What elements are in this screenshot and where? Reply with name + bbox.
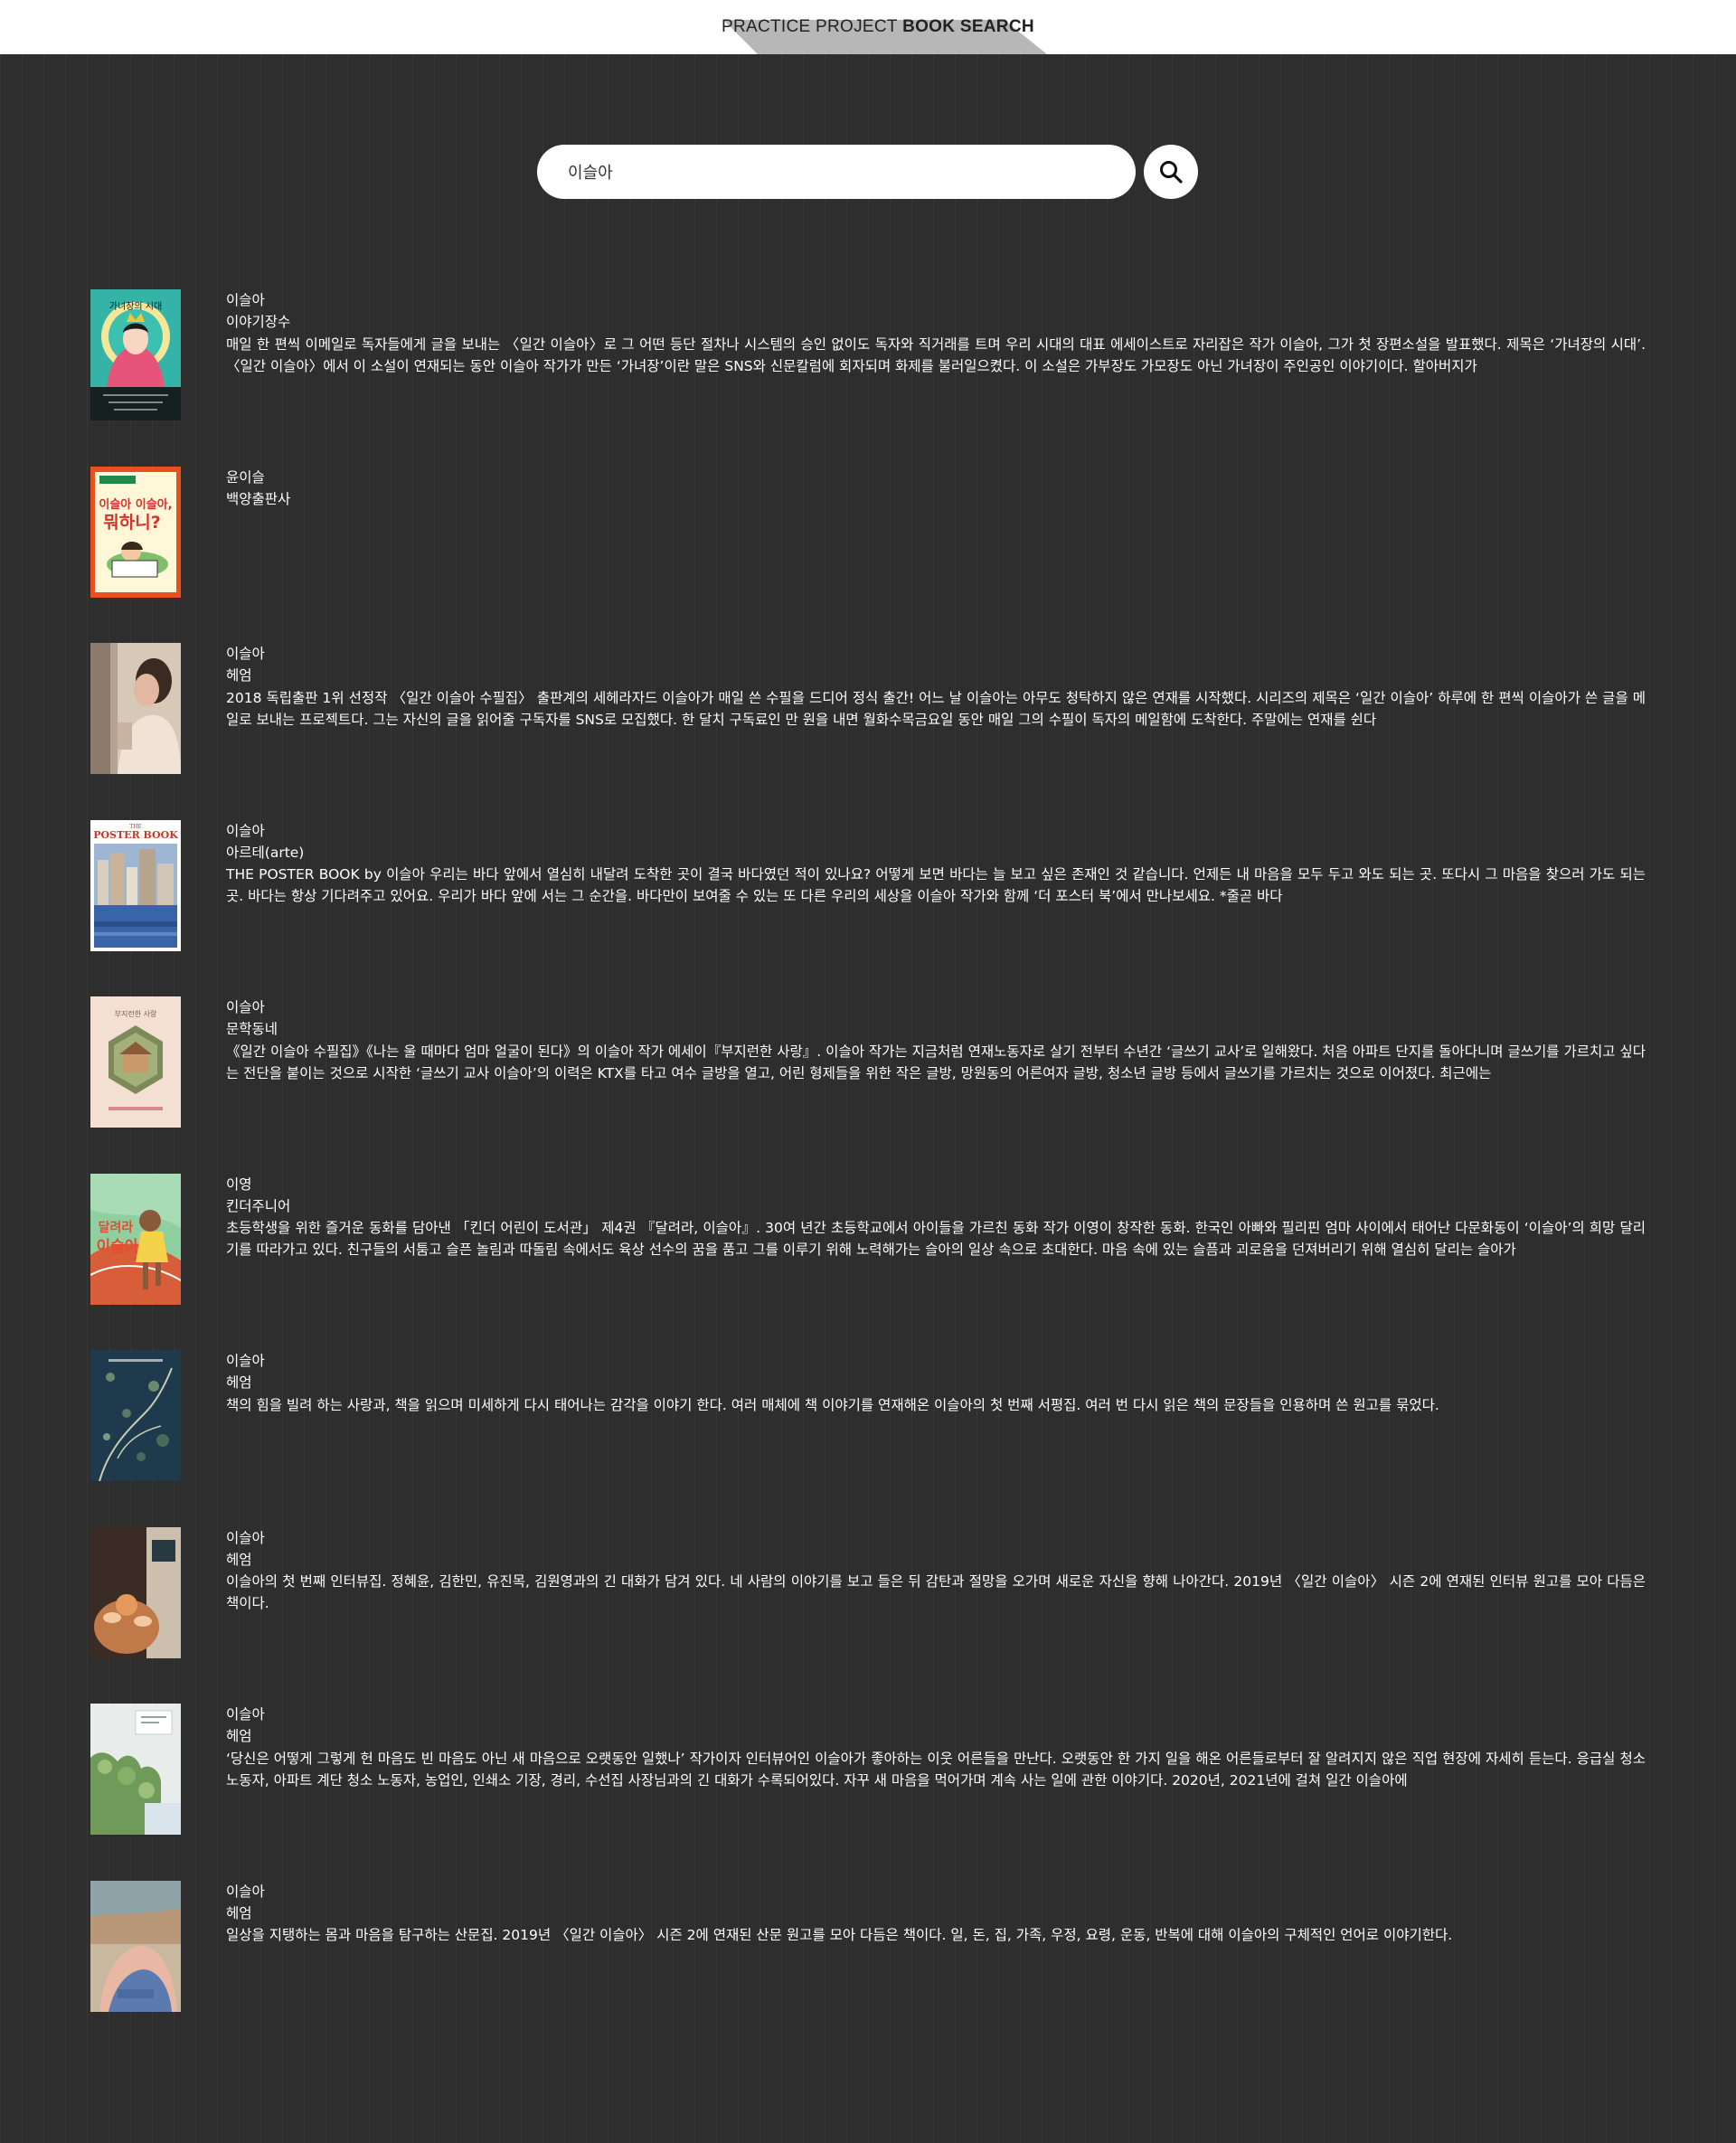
search-icon <box>1160 161 1183 184</box>
book-info: 이슬아 이야기장수 매일 한 편씩 이메일로 독자들에게 글을 보내는 〈일간 … <box>226 289 1646 467</box>
cover-title: 달려라 <box>99 1220 134 1235</box>
book-item[interactable]: 이슬아 이슬아, 뭐하니? 윤이슬 백양출판사 <box>90 466 1646 644</box>
book-cover[interactable] <box>90 1704 181 1835</box>
book-publisher: 킨더주니어 <box>226 1197 291 1214</box>
book-description: 일상을 지탱하는 몸과 마음을 탐구하는 산문집. 2019년 〈일간 이슬아〉… <box>226 1927 1453 1944</box>
book-cover[interactable] <box>90 1350 181 1481</box>
brand-title: PRACTICE PROJECT BOOK SEARCH <box>722 17 1034 37</box>
book-item[interactable]: 가녀장의 시대 이슬아 이야기장수 매일 한 편씩 이메일로 독자들에게 글을 … <box>90 289 1646 467</box>
search-button[interactable] <box>1144 145 1198 199</box>
brand-title-light: PRACTICE PROJECT <box>722 17 903 36</box>
svg-text:이슬아: 이슬아 <box>97 1238 139 1256</box>
book-item[interactable]: 이슬아 헤엄 일상을 지탱하는 몸과 마음을 탐구하는 산문집. 2019년 〈… <box>90 1880 1646 2058</box>
book-item[interactable]: THE POSTER BOOK 이슬아 아르테(arte) THE POSTER… <box>90 819 1646 997</box>
book-description: 매일 한 편씩 이메일로 독자들에게 글을 보내는 〈일간 이슬아〉로 그 어떤… <box>226 335 1646 374</box>
book-publisher: 헤엄 <box>226 1551 252 1568</box>
book-info: 이슬아 문학동네 《일간 이슬아 수필집》《나는 울 때마다 엄마 얼굴이 된다… <box>226 996 1646 1174</box>
book-cover[interactable]: 부지런한 사랑 <box>90 996 181 1128</box>
book-description: 2018 독립출판 1위 선정작 〈일간 이슬아 수필집〉 출판계의 세헤라자드… <box>226 689 1646 728</box>
book-publisher: 헤엄 <box>226 667 252 684</box>
book-info: 이슬아 헤엄 책의 힘을 빌려 하는 사랑과, 책을 읽으며 미세하게 다시 태… <box>226 1350 1646 1527</box>
book-cover[interactable] <box>90 643 181 774</box>
cover-title: 가녀장의 시대 <box>109 301 162 312</box>
book-description: THE POSTER BOOK by 이슬아 우리는 바다 앞에서 열심히 내달… <box>226 866 1646 905</box>
book-description: 책의 힘을 빌려 하는 사랑과, 책을 읽으며 미세하게 다시 태어나는 감각을… <box>226 1396 1439 1413</box>
book-cover[interactable] <box>90 1526 181 1658</box>
book-author: 이슬아 <box>226 646 265 662</box>
book-info: 이슬아 헤엄 일상을 지탱하는 몸과 마음을 탐구하는 산문집. 2019년 〈… <box>226 1881 1646 2058</box>
book-author: 이슬아 <box>226 1529 265 1546</box>
book-publisher: 헤엄 <box>226 1904 252 1921</box>
book-author: 이슬아 <box>226 292 265 308</box>
svg-text:뭐하니?: 뭐하니? <box>103 513 160 533</box>
book-author: 이슬아 <box>226 1706 265 1723</box>
book-item[interactable]: 이슬아 헤엄 이슬아의 첫 번째 인터뷰집. 정혜윤, 김한민, 유진목, 김원… <box>90 1526 1646 1704</box>
cover-title: POSTER BOOK <box>93 829 178 841</box>
book-description: 초등학생을 위한 즐거운 동화를 담아낸 「킨더 어린이 도서관」 제4권 『달… <box>226 1220 1646 1259</box>
book-info: 이슬아 헤엄 이슬아의 첫 번째 인터뷰집. 정혜윤, 김한민, 유진목, 김원… <box>226 1527 1646 1704</box>
cover-title: 이슬아 이슬아, <box>99 497 172 512</box>
book-publisher: 헤엄 <box>226 1728 252 1745</box>
book-info: 이슬아 아르테(arte) THE POSTER BOOK by 이슬아 우리는… <box>226 820 1646 997</box>
book-cover[interactable]: THE POSTER BOOK <box>90 819 181 951</box>
book-item[interactable]: 이슬아 헤엄 2018 독립출판 1위 선정작 〈일간 이슬아 수필집〉 출판계… <box>90 643 1646 820</box>
book-cover[interactable]: 달려라 이슬아 <box>90 1173 181 1305</box>
book-item[interactable]: 이슬아 헤엄 ‘당신은 어떻게 그렇게 헌 마음도 빈 마음도 아닌 새 마음으… <box>90 1704 1646 1881</box>
book-publisher: 헤엄 <box>226 1374 252 1392</box>
book-description: ‘당신은 어떻게 그렇게 헌 마음도 빈 마음도 아닌 새 마음으로 오랫동안 … <box>226 1750 1646 1789</box>
brand-title-bold: BOOK SEARCH <box>902 17 1034 36</box>
book-item[interactable]: 부지런한 사랑 이슬아 문학동네 《일간 이슬아 수필집》《나는 울 때마다 엄… <box>90 996 1646 1174</box>
book-publisher: 이야기장수 <box>226 314 291 331</box>
book-author: 윤이슬 <box>226 468 265 486</box>
book-publisher: 문학동네 <box>226 1021 278 1038</box>
book-info: 이영 킨더주니어 초등학생을 위한 즐거운 동화를 담아낸 「킨더 어린이 도서… <box>226 1174 1646 1351</box>
book-item[interactable]: 달려라 이슬아 이영 킨더주니어 초등학생을 위한 즐거운 동화를 담아낸 「킨… <box>90 1173 1646 1351</box>
book-description: 《일간 이슬아 수필집》《나는 울 때마다 엄마 얼굴이 된다》의 이슬아 작가… <box>226 1043 1646 1081</box>
book-author: 이슬아 <box>226 1353 265 1369</box>
book-author: 이슬아 <box>226 999 265 1015</box>
book-cover[interactable]: 가녀장의 시대 <box>90 289 181 420</box>
book-publisher: 아르테(arte) <box>226 844 305 861</box>
book-cover[interactable] <box>90 1880 181 2012</box>
book-author: 이슬아 <box>226 822 265 839</box>
book-item[interactable]: 이슬아 헤엄 책의 힘을 빌려 하는 사랑과, 책을 읽으며 미세하게 다시 태… <box>90 1350 1646 1527</box>
book-author: 이슬아 <box>226 1883 265 1900</box>
search-bar <box>537 145 1136 199</box>
search-input[interactable] <box>537 145 1136 199</box>
book-info: 이슬아 헤엄 2018 독립출판 1위 선정작 〈일간 이슬아 수필집〉 출판계… <box>226 643 1646 820</box>
results-list: 가녀장의 시대 이슬아 이야기장수 매일 한 편씩 이메일로 독자들에게 글을 … <box>90 289 1646 2057</box>
book-publisher: 백양출판사 <box>226 490 291 507</box>
cover-title: 부지런한 사랑 <box>115 1009 157 1018</box>
book-info: 윤이슬 백양출판사 <box>226 467 1646 644</box>
book-cover[interactable]: 이슬아 이슬아, 뭐하니? <box>90 466 181 598</box>
book-info: 이슬아 헤엄 ‘당신은 어떻게 그렇게 헌 마음도 빈 마음도 아닌 새 마음으… <box>226 1704 1646 1881</box>
book-description: 이슬아의 첫 번째 인터뷰집. 정혜윤, 김한민, 유진목, 김원영과의 긴 대… <box>226 1573 1646 1612</box>
book-author: 이영 <box>226 1175 252 1193</box>
